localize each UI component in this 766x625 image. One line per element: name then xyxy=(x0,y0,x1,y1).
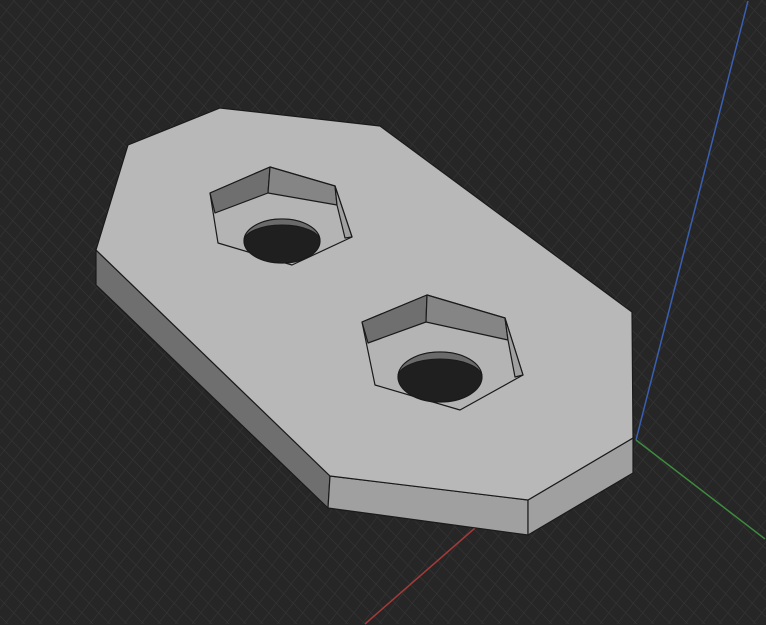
grid-line xyxy=(752,607,766,625)
grid-line xyxy=(590,0,766,176)
grid-line xyxy=(0,411,213,625)
grid-line xyxy=(675,0,766,91)
plate-top-face xyxy=(95,107,634,501)
grid-line xyxy=(641,0,766,125)
grid-line xyxy=(0,513,111,625)
grid-line xyxy=(0,377,247,625)
grid-line xyxy=(0,394,230,625)
grid-line xyxy=(0,0,32,41)
viewport-canvas[interactable] xyxy=(0,0,766,625)
grid-line xyxy=(556,0,766,210)
grid-line xyxy=(0,615,9,625)
grid-line xyxy=(616,432,766,625)
3d-viewport[interactable] xyxy=(0,0,766,625)
grid-line xyxy=(650,476,766,625)
grid-line xyxy=(0,0,134,172)
grid-line xyxy=(0,0,117,150)
grid-line xyxy=(701,541,766,625)
grid-line xyxy=(0,496,128,625)
plate-model[interactable] xyxy=(95,107,634,536)
grid-line xyxy=(684,519,766,625)
grid-line xyxy=(488,0,766,278)
grid-line xyxy=(0,530,94,625)
